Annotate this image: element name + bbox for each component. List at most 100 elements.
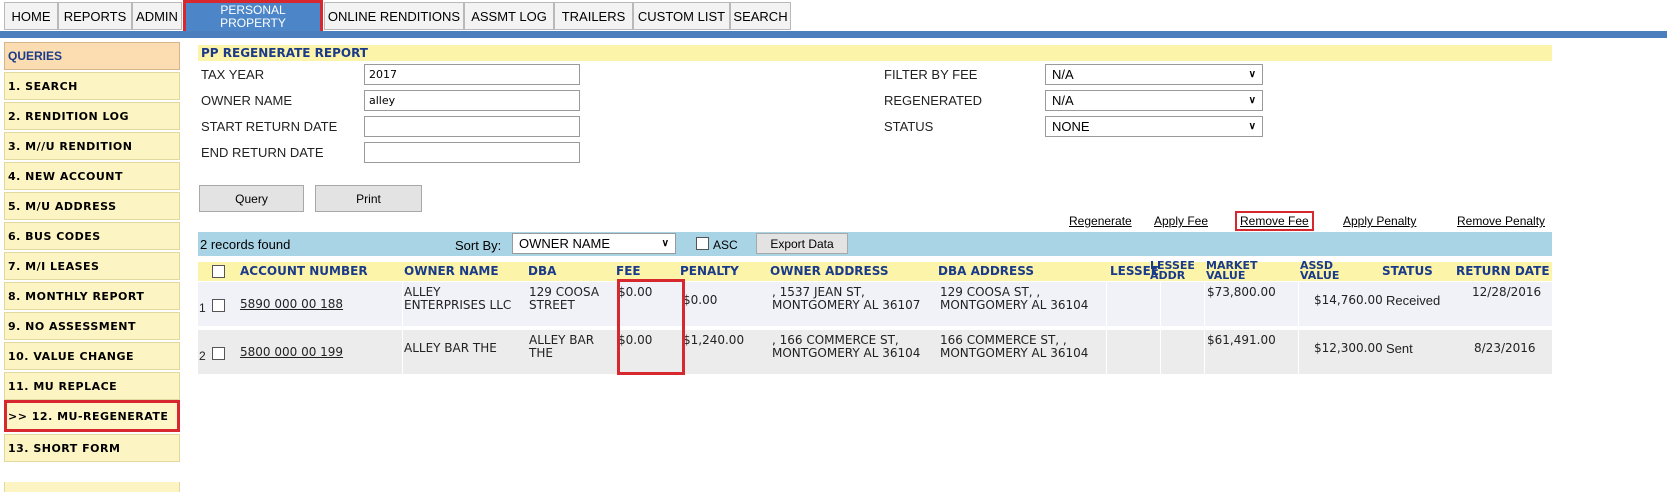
owner-name-cell: ALLEY BAR THE [404, 342, 497, 355]
sidebar-item-mi-leases[interactable]: 7. M/I LEASES [4, 252, 180, 280]
status-cell: Sent [1386, 341, 1413, 356]
cell-divider [402, 330, 403, 374]
apply-fee-link[interactable]: Apply Fee [1154, 214, 1208, 228]
tab-assmt-log[interactable]: ASSMT LOG [464, 2, 554, 30]
header-status[interactable]: STATUS [1382, 262, 1450, 281]
sidebar-item-value-change[interactable]: 10. VALUE CHANGE [4, 342, 180, 370]
owner-name-input[interactable]: alley [364, 90, 580, 111]
end-return-date-input[interactable] [364, 142, 580, 163]
sidebar-item-mu-replace[interactable]: 11. MU REPLACE [4, 372, 180, 400]
owner-name-cell: ALLEY ENTERPRISES LLC [404, 286, 511, 312]
header-lessee-addr[interactable]: LESSEE ADDR [1150, 261, 1208, 280]
row-checkbox[interactable] [212, 347, 225, 360]
row-number: 1 [199, 301, 206, 315]
sidebar-item-short-form[interactable]: 13. SHORT FORM [4, 434, 180, 462]
header-account-number[interactable]: ACCOUNT NUMBER [240, 262, 400, 281]
filter-by-fee-value: N/A [1052, 67, 1074, 82]
cell-divider [1298, 282, 1299, 326]
cell-divider [1160, 330, 1161, 374]
asc-checkbox[interactable] [696, 237, 709, 250]
sidebar-item-no-assessment[interactable]: 9. NO ASSESSMENT [4, 312, 180, 340]
dba-address-line2: MONTGOMERY AL 36104 [940, 298, 1089, 312]
cell-divider [402, 282, 403, 326]
sidebar-item-monthly-report[interactable]: 8. MONTHLY REPORT [4, 282, 180, 310]
cell-divider [1204, 282, 1205, 326]
sort-by-value: OWNER NAME [519, 236, 610, 251]
sidebar-item-mu-rendition[interactable]: 3. M//U RENDITION [4, 132, 180, 160]
status-label: STATUS [884, 119, 934, 134]
records-count: 2 records found [200, 237, 291, 252]
status-cell: Received [1386, 293, 1441, 308]
header-market-value[interactable]: MARKET VALUE [1206, 261, 1286, 280]
chevron-down-icon: ∨ [1248, 121, 1256, 132]
sidebar-item-mu-regenerate[interactable]: >> 12. MU-REGENERATE [4, 400, 180, 432]
assd-value-cell: $14,760.00 [1314, 293, 1383, 307]
regenerated-value: N/A [1052, 93, 1074, 108]
tab-online-renditions[interactable]: ONLINE RENDITIONS [324, 2, 464, 30]
filter-by-fee-select[interactable]: N/A ∨ [1045, 64, 1263, 85]
top-navigation: HOME REPORTS ADMIN PERSONAL PROPERTY ONL… [0, 0, 1667, 34]
tab-personal-property[interactable]: PERSONAL PROPERTY [183, 0, 323, 34]
dba-address-cell: 166 COMMERCE ST, , MONTGOMERY AL 36104 [940, 334, 1088, 360]
start-return-date-input[interactable] [364, 116, 580, 137]
header-owner-address[interactable]: OWNER ADDRESS [770, 262, 935, 281]
sidebar-item-mu-address[interactable]: 5. M/U ADDRESS [4, 192, 180, 220]
dba-cell: 129 COOSA STREET [529, 286, 599, 312]
regenerate-link[interactable]: Regenerate [1069, 214, 1132, 228]
regenerated-select[interactable]: N/A ∨ [1045, 90, 1263, 111]
header-dba[interactable]: DBA [528, 262, 608, 281]
chevron-down-icon: ∨ [661, 238, 669, 249]
header-assd-value[interactable]: ASSD VALUE [1300, 261, 1376, 280]
tab-search[interactable]: SEARCH [730, 2, 791, 30]
select-all-checkbox[interactable] [212, 265, 225, 278]
row-checkbox[interactable] [212, 299, 225, 312]
table-header: ACCOUNT NUMBER OWNER NAME DBA FEE PENALT… [198, 261, 1552, 281]
row-number: 2 [199, 349, 206, 363]
filter-by-fee-label: FILTER BY FEE [884, 67, 978, 82]
report-title: PP REGENERATE REPORT [198, 45, 1552, 61]
account-number-link[interactable]: 5890 000 00 188 [240, 298, 343, 311]
sidebar-item-rendition-log[interactable]: 2. RENDITION LOG [4, 102, 180, 130]
cell-divider [1106, 282, 1107, 326]
regenerated-label: REGENERATED [884, 93, 982, 108]
header-owner-name[interactable]: OWNER NAME [404, 262, 524, 281]
header-penalty[interactable]: PENALTY [680, 262, 770, 281]
account-number-link[interactable]: 5800 000 00 199 [240, 346, 343, 359]
status-select[interactable]: NONE ∨ [1045, 116, 1263, 137]
tab-admin[interactable]: ADMIN [132, 2, 182, 30]
owner-address-cell: , 1537 JEAN ST, MONTGOMERY AL 36107 [772, 286, 920, 312]
dba-address-cell: 129 COOSA ST, , MONTGOMERY AL 36104 [940, 286, 1088, 312]
cell-divider [1106, 330, 1107, 374]
sidebar-item-bus-codes[interactable]: 6. BUS CODES [4, 222, 180, 250]
export-data-button[interactable]: Export Data [756, 233, 848, 254]
sidebar-heading: QUERIES [4, 42, 180, 70]
owner-address-line2: MONTGOMERY AL 36107 [772, 298, 921, 312]
sidebar-item-new-account[interactable]: 4. NEW ACCOUNT [4, 162, 180, 190]
apply-penalty-link[interactable]: Apply Penalty [1343, 214, 1416, 228]
tab-reports[interactable]: REPORTS [58, 2, 132, 30]
query-button[interactable]: Query [199, 185, 304, 212]
sort-by-select[interactable]: OWNER NAME ∨ [512, 233, 676, 254]
penalty-cell: $0.00 [683, 293, 718, 307]
penalty-cell: $1,240.00 [683, 333, 745, 347]
chevron-down-icon: ∨ [1248, 95, 1256, 106]
tax-year-input[interactable]: 2017 [364, 64, 580, 85]
status-value: NONE [1052, 119, 1090, 134]
tab-trailers[interactable]: TRAILERS [554, 2, 633, 30]
table-row: 1 5890 000 00 188 ALLEY ENTERPRISES LLC … [198, 282, 1552, 326]
header-return-date[interactable]: RETURN DATE [1456, 262, 1552, 281]
sidebar-item-search[interactable]: 1. SEARCH [4, 72, 180, 100]
header-dba-address[interactable]: DBA ADDRESS [938, 262, 1098, 281]
return-date-cell: 12/28/2016 [1472, 285, 1542, 299]
tab-home[interactable]: HOME [4, 2, 58, 30]
market-value-cell: $73,800.00 [1207, 285, 1276, 299]
sidebar-bottom-fill [4, 482, 180, 492]
remove-fee-link[interactable]: Remove Fee [1235, 211, 1314, 231]
tab-personal-property-line2: PROPERTY [220, 16, 286, 30]
cell-divider [1160, 282, 1161, 326]
tab-custom-list[interactable]: CUSTOM LIST [633, 2, 730, 30]
print-button[interactable]: Print [315, 185, 422, 212]
dba-line2: THE [529, 346, 553, 360]
remove-penalty-link[interactable]: Remove Penalty [1457, 214, 1545, 228]
owner-address-line2: MONTGOMERY AL 36104 [772, 346, 921, 360]
